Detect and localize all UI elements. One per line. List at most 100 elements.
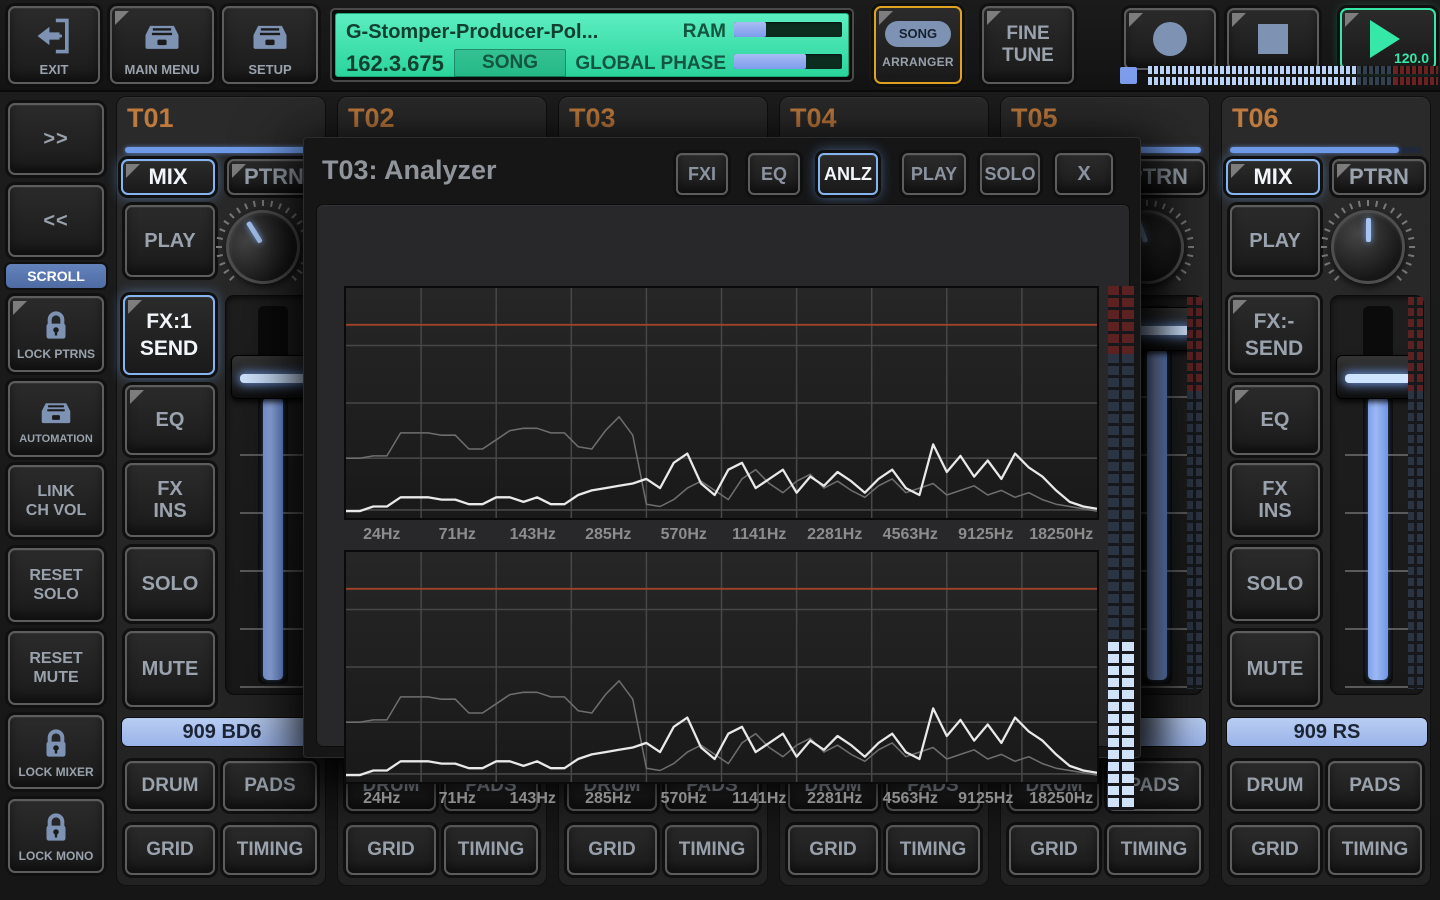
lock-mixer-button[interactable]: LOCK MIXER [8,715,104,789]
exit-button[interactable]: EXIT [8,6,100,84]
top-toolbar: EXIT MAIN MENU SETUP G-Stomper-Producer-… [0,0,1440,92]
timing-button[interactable]: TIMING [886,825,980,875]
dialog-tab-play[interactable]: PLAY [902,153,966,195]
grid-button[interactable]: GRID [1230,825,1320,875]
track-play-button[interactable]: PLAY [125,205,215,277]
lock-mono-label: LOCK MONO [19,849,94,863]
frequency-tick-label: 1141Hz [722,786,798,812]
song-arranger-button[interactable]: SONG ARRANGER [874,6,962,84]
track-play-button[interactable]: PLAY [1230,205,1320,277]
fx-send-slot: FX:1 [146,310,192,333]
track-title: T02 [348,103,395,134]
timing-button[interactable]: TIMING [1107,825,1201,875]
reset-solo-button[interactable]: RESET SOLO [8,548,104,622]
grid-button[interactable]: GRID [346,825,436,875]
frequency-tick-label: 18250Hz [1024,522,1100,548]
dialog-close-button close-icon[interactable]: X [1055,153,1113,195]
grid-button[interactable]: GRID [125,825,215,875]
play-button[interactable]: 120.0 [1340,8,1436,70]
solo-button[interactable]: SOLO [1230,547,1320,621]
mix-tab[interactable]: MIX [1226,159,1320,195]
fx-send-button[interactable]: FX:1 SEND [123,295,215,375]
lock-mixer-label: LOCK MIXER [18,765,93,779]
frequency-tick-label: 143Hz [495,522,571,548]
dialog-title: T03: Analyzer [322,155,497,186]
track-sample-name[interactable]: 909 RS [1226,717,1428,747]
record-button[interactable] [1124,8,1216,70]
drum-button[interactable]: DRUM [125,761,215,811]
frequency-tick-label: 1141Hz [722,522,798,548]
analyzer-level-meter [1108,286,1134,810]
spectrum-chart-bottom [344,550,1099,784]
lcd-display-frame: G-Stomper-Producer-Pol... 162.3.675 SONG… [330,8,854,82]
setup-button[interactable]: SETUP [222,6,318,84]
track-sample-name[interactable]: 909 BD6 [121,717,323,747]
scroll-back-button[interactable]: << [8,185,104,257]
drawer-icon [140,14,184,58]
dialog-tab-fxi[interactable]: FXI [676,153,728,195]
lock-patterns-label: LOCK PTRNS [17,347,95,361]
ptrn-tab[interactable]: PTRN [1332,159,1426,195]
main-menu-label: MAIN MENU [124,62,199,77]
frequency-tick-label: 71Hz [420,786,496,812]
dialog-tab-anlz[interactable]: ANLZ [818,153,878,195]
lock-icon [36,307,76,345]
track-title: T06 [1232,103,1279,134]
dialog-tab-solo[interactable]: SOLO [980,153,1040,195]
timing-button[interactable]: TIMING [1328,825,1422,875]
drum-button[interactable]: DRUM [1230,761,1320,811]
lock-patterns-button[interactable]: LOCK PTRNS [8,296,104,372]
drawer-icon [248,14,292,58]
analyzer-dialog: T03: Analyzer FXI EQ ANLZ PLAY SOLO X 24… [303,137,1141,758]
link-channel-volume-button[interactable]: LINK CH VOL [8,465,104,537]
fx-send-slot: FX:- [1254,310,1295,333]
frequency-tick-label: 9125Hz [948,786,1024,812]
left-sidebar: >> << SCROLL LOCK PTRNS AUTOMATION LINK … [0,92,112,900]
fader-level [1147,349,1167,680]
automation-button[interactable]: AUTOMATION [8,381,104,457]
fx-send-button[interactable]: FX:- SEND [1228,295,1320,375]
fine-tune-button[interactable]: FINE TUNE [982,6,1074,84]
eq-button[interactable]: EQ [1230,385,1320,455]
analyzer-panel: 24Hz71Hz143Hz285Hz570Hz1141Hz2281Hz4563H… [316,204,1130,747]
frequency-tick-label: 285Hz [571,522,647,548]
pads-button[interactable]: PADS [1328,761,1422,811]
grid-button[interactable]: GRID [1009,825,1099,875]
main-menu-button[interactable]: MAIN MENU [110,6,214,84]
meter-row [1148,66,1438,74]
solo-button[interactable]: SOLO [125,547,215,621]
stop-button[interactable] [1227,8,1319,70]
eq-button[interactable]: EQ [125,385,215,455]
timing-button[interactable]: TIMING [223,825,317,875]
track-column: T01 MIX PTRN PLAY FX:1 SEND EQ FX INS SO… [116,96,326,886]
lcd-display: G-Stomper-Producer-Pol... 162.3.675 SONG… [335,13,849,77]
mute-button[interactable]: MUTE [1230,631,1320,707]
fader-level [1368,397,1388,680]
mute-button[interactable]: MUTE [125,631,215,707]
fader-level [263,397,283,680]
reset-mute-button[interactable]: RESET MUTE [8,631,104,705]
frequency-axis-top: 24Hz71Hz143Hz285Hz570Hz1141Hz2281Hz4563H… [344,522,1099,548]
frequency-tick-label: 2281Hz [797,786,873,812]
project-title: G-Stomper-Producer-Pol... [346,21,598,44]
scroll-forward-button[interactable]: >> [8,103,104,175]
timing-button[interactable]: TIMING [665,825,759,875]
fx-send-label: SEND [140,337,198,360]
app-root: EXIT MAIN MENU SETUP G-Stomper-Producer-… [0,0,1440,900]
frequency-tick-label: 2281Hz [797,522,873,548]
timing-button[interactable]: TIMING [444,825,538,875]
mix-tab[interactable]: MIX [121,159,215,195]
fx-insert-button[interactable]: FX INS [125,463,215,537]
grid-button[interactable]: GRID [567,825,657,875]
frequency-tick-label: 24Hz [344,522,420,548]
dialog-tab-eq[interactable]: EQ [748,153,800,195]
pan-knob[interactable] [1331,210,1405,284]
grid-button[interactable]: GRID [788,825,878,875]
pan-knob-group [213,199,313,295]
track-title: T04 [790,103,837,134]
track-title: T05 [1011,103,1058,134]
drawer-icon [35,393,77,431]
pads-button[interactable]: PADS [223,761,317,811]
lock-mono-button[interactable]: LOCK MONO [8,799,104,873]
fx-insert-button[interactable]: FX INS [1230,463,1320,537]
